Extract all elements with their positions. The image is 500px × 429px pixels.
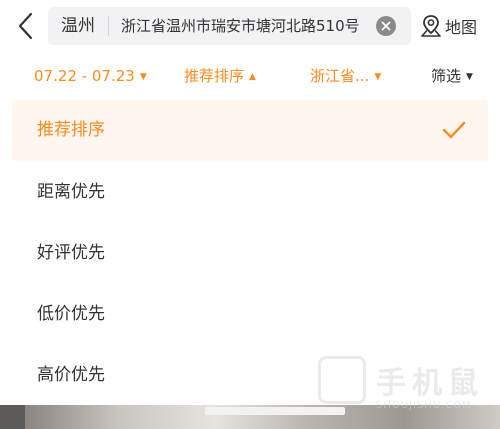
sort-option-recommended[interactable]: 推荐排序 [12,100,488,161]
more-filter-label: 筛选 [431,67,462,85]
search-box[interactable]: 温州 浙江省温州市瑞安市塘河北路510号 [48,7,411,45]
more-filter[interactable]: 筛选 ▼ [431,52,473,100]
checkmark-icon [442,121,466,139]
sort-filter-label: 推荐排序 [184,67,245,85]
city-selector[interactable]: 温州 [61,7,95,45]
sort-option-label: 好评优先 [37,243,105,263]
sort-option-label: 距离优先 [37,182,105,202]
sort-option-label: 低价优先 [37,304,105,324]
sort-option-label: 推荐排序 [37,120,105,140]
back-button[interactable] [10,10,40,42]
filter-bar: 07.22 - 07.23 ▼ 推荐排序 ▲ 浙江省... ▼ 筛选 ▼ [0,52,500,100]
date-filter-label: 07.22 - 07.23 [34,67,135,85]
map-label: 地图 [445,18,478,37]
sort-filter[interactable]: 推荐排序 ▲ [184,52,256,100]
caret-down-icon: ▼ [139,72,147,82]
watermark-icon [318,356,366,404]
watermark-logo: 手机鼠 SHOUJISHU.COM [318,356,488,416]
caret-up-icon: ▲ [249,72,256,82]
sort-option-rating[interactable]: 好评优先 [12,223,488,284]
caret-down-icon: ▼ [374,72,382,82]
clear-search-button[interactable] [376,16,396,36]
map-pin-icon [421,15,441,37]
map-button[interactable]: 地图 [420,12,490,40]
search-divider [108,16,109,36]
sort-option-low-price[interactable]: 低价优先 [12,284,488,345]
watermark-title: 手机鼠 [376,366,484,401]
search-input[interactable]: 浙江省温州市瑞安市塘河北路510号 [121,7,360,45]
date-filter[interactable]: 07.22 - 07.23 ▼ [34,52,147,100]
top-bar: 温州 浙江省温州市瑞安市塘河北路510号 地图 [0,0,500,52]
caret-down-icon: ▼ [466,72,473,82]
location-filter[interactable]: 浙江省... ▼ [310,52,381,100]
sort-option-label: 高价优先 [37,365,105,385]
location-filter-label: 浙江省... [310,67,370,85]
sort-option-distance[interactable]: 距离优先 [12,162,488,223]
close-icon [381,21,391,31]
watermark-subtitle: SHOUJISHU.COM [376,400,472,411]
chevron-left-icon [18,12,33,40]
